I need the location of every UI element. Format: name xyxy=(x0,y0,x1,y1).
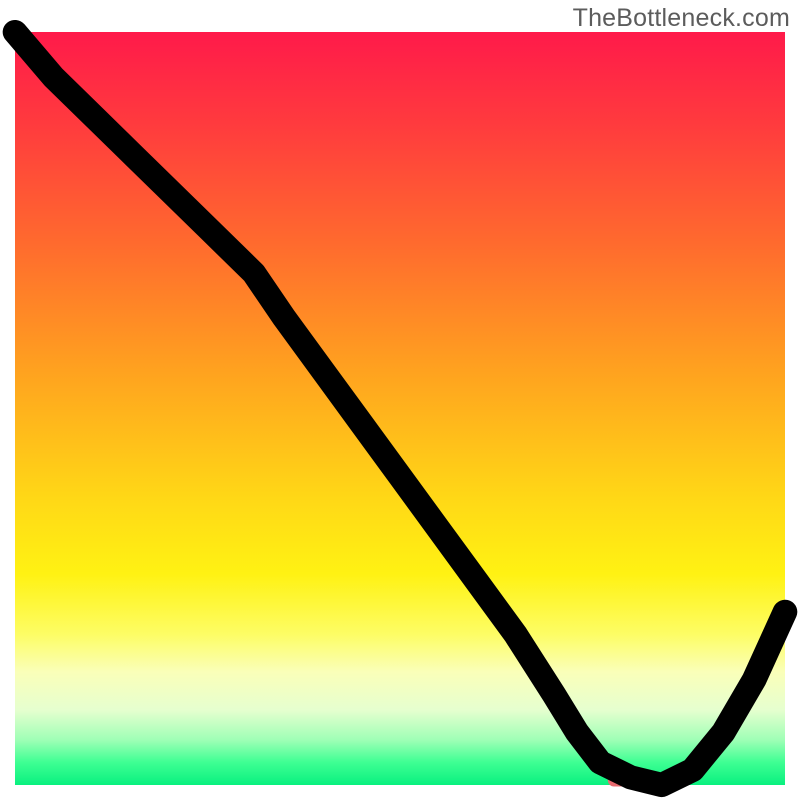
bottleneck-curve xyxy=(15,32,785,785)
watermark-text: TheBottleneck.com xyxy=(573,4,790,33)
plot-area xyxy=(15,32,785,785)
chart-container: TheBottleneck.com xyxy=(0,0,800,800)
chart-svg xyxy=(15,32,785,785)
